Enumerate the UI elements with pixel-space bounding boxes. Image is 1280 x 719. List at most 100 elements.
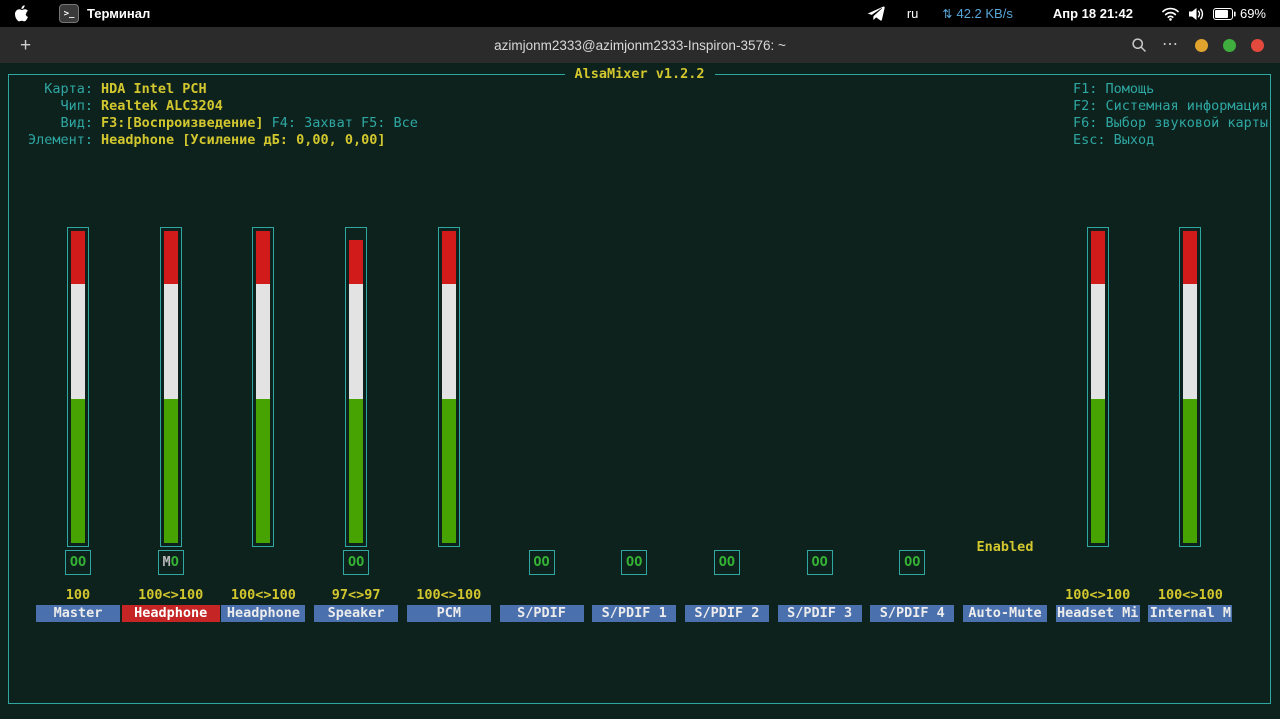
- switch-char: O: [170, 554, 179, 570]
- mute-switch: OO: [713, 550, 740, 575]
- volume-bar: [437, 227, 460, 547]
- maximize-button[interactable]: [1223, 38, 1236, 52]
- channel-value: 97<>97: [331, 587, 381, 603]
- automute-status: Enabled: [976, 539, 1034, 555]
- channel-label: Headphone: [221, 605, 306, 622]
- switch-char: O: [533, 554, 542, 570]
- switch-char: O: [819, 554, 828, 570]
- channel-3-speaker: OO 97<>97 Speaker: [310, 225, 402, 635]
- switch-char: O: [634, 554, 643, 570]
- mute-switch: OO: [621, 550, 648, 575]
- screen: >_ Терминал ru ⇅ 42.2 KB/s Апр 18 21:42: [0, 0, 1280, 719]
- window-title: azimjonm2333@azimjonm2333-Inspiron-3576:…: [494, 37, 786, 53]
- clock[interactable]: Апр 18 21:42: [1053, 6, 1133, 21]
- channel-9-s-pdif-4: OO S/PDIF 4: [866, 225, 958, 635]
- channel-4-pcm: 100<>100 PCM: [403, 225, 495, 635]
- switch-char: O: [626, 554, 635, 570]
- volume-fill: [441, 231, 456, 543]
- channel-value: 100: [65, 587, 91, 603]
- volume-bar: [67, 227, 89, 547]
- channel-label: Internal M: [1148, 605, 1233, 622]
- switch-char: O: [726, 554, 736, 570]
- channel-label: Auto-Mute: [963, 605, 1047, 622]
- channel-label: PCM: [406, 605, 491, 622]
- network-speed-value: 42.2 KB/s: [956, 6, 1013, 21]
- wifi-icon[interactable]: [1161, 6, 1180, 21]
- selection-marker-icon: [121, 605, 129, 622]
- channel-6-s-pdif-1: OO S/PDIF 1: [588, 225, 680, 635]
- alsamixer-frame: AlsaMixer v1.2.2 Карта: HDA Intel PCH Чип…: [8, 66, 1271, 704]
- channel-label: S/PDIF: [499, 605, 584, 622]
- switch-char: O: [541, 554, 550, 570]
- mute-switch: OO: [899, 550, 926, 575]
- channel-label: Speaker: [314, 605, 399, 622]
- channel-10-auto-mute: Enabled Auto-Mute: [959, 225, 1051, 635]
- terminal-content[interactable]: AlsaMixer v1.2.2 Карта: HDA Intel PCH Чип…: [0, 63, 1280, 719]
- switch-char: O: [718, 554, 727, 570]
- volume-bar: [1179, 227, 1202, 547]
- mute-switch: OO: [806, 550, 833, 575]
- minimize-button[interactable]: [1195, 38, 1208, 52]
- volume-fill: [349, 231, 364, 543]
- volume-fill: [256, 231, 271, 543]
- keyboard-layout-indicator[interactable]: ru: [907, 6, 919, 21]
- updown-arrows-icon: ⇅: [942, 6, 953, 21]
- battery-percent: 69%: [1239, 6, 1266, 21]
- switch-char: O: [78, 554, 87, 570]
- channel-value: 100<>100: [230, 587, 296, 603]
- channel-label: S/PDIF 4: [870, 605, 955, 622]
- menu-icon[interactable]: ⋯: [1162, 37, 1180, 53]
- channel-label: S/PDIF 3: [777, 605, 862, 622]
- system-tray: ru ⇅ 42.2 KB/s Апр 18 21:42 69%: [867, 6, 1270, 21]
- mute-switch: OO: [343, 550, 370, 575]
- channel-0-master: OO 100 Master: [32, 225, 124, 635]
- volume-fill: [1183, 231, 1198, 543]
- system-top-bar: >_ Терминал ru ⇅ 42.2 KB/s Апр 18 21:42: [0, 0, 1280, 27]
- channel-value: 100<>100: [138, 587, 204, 603]
- channel-1-headphone: MO 100<>100 Headphone: [121, 225, 220, 635]
- active-app-title[interactable]: Терминал: [87, 6, 150, 21]
- volume-bar: [345, 227, 368, 547]
- search-icon[interactable]: [1131, 37, 1147, 53]
- battery-icon[interactable]: [1212, 7, 1236, 20]
- channel-label: Master: [36, 605, 120, 622]
- channel-2-headphone: 100<>100 Headphone: [217, 225, 309, 635]
- new-tab-button[interactable]: +: [20, 36, 31, 55]
- channel-value: 100<>100: [1065, 587, 1131, 603]
- terminal-window-header: + azimjonm2333@azimjonm2333-Inspiron-357…: [0, 27, 1280, 63]
- mute-switch: OO: [65, 550, 91, 575]
- switch-char: O: [347, 554, 357, 570]
- switch-char: M: [162, 554, 171, 570]
- close-button[interactable]: [1251, 38, 1264, 52]
- channel-label: S/PDIF 2: [684, 605, 769, 622]
- volume-fill: [1090, 231, 1105, 543]
- channel-label: Headset Mi: [1055, 605, 1140, 622]
- volume-icon[interactable]: [1188, 7, 1205, 21]
- telegram-icon[interactable]: [867, 6, 885, 21]
- network-speed-indicator[interactable]: ⇅ 42.2 KB/s: [942, 6, 1012, 21]
- terminal-app-icon[interactable]: >_: [59, 4, 79, 23]
- volume-bar: [1086, 227, 1109, 547]
- channel-7-s-pdif-2: OO S/PDIF 2: [681, 225, 773, 635]
- mixer-channels: OO 100 Master MO 100<>100 Headphone 100<>100 He…: [9, 75, 1270, 703]
- channel-label: Headphone: [128, 605, 213, 622]
- switch-char: O: [811, 554, 820, 570]
- apple-menu-icon[interactable]: [14, 5, 29, 22]
- channel-12-internal-m: 100<>100 Internal M: [1144, 225, 1236, 635]
- volume-fill: [71, 231, 85, 543]
- window-header-actions: ⋯: [1131, 37, 1264, 53]
- channel-value: 100<>100: [1157, 587, 1223, 603]
- channel-8-s-pdif-3: OO S/PDIF 3: [774, 225, 866, 635]
- volume-fill: [163, 231, 178, 543]
- channel-11-headset-mi: 100<>100 Headset Mi: [1052, 225, 1144, 635]
- channel-value: 100<>100: [416, 587, 482, 603]
- channel-label: S/PDIF 1: [592, 605, 677, 622]
- volume-bar: [252, 227, 275, 547]
- channel-5-s-pdif: OO S/PDIF: [496, 225, 588, 635]
- switch-char: O: [912, 554, 921, 570]
- mute-switch: MO: [157, 550, 184, 575]
- volume-bar: [159, 227, 182, 547]
- switch-char: O: [356, 554, 365, 570]
- switch-char: O: [69, 554, 78, 570]
- mute-switch: OO: [528, 550, 555, 575]
